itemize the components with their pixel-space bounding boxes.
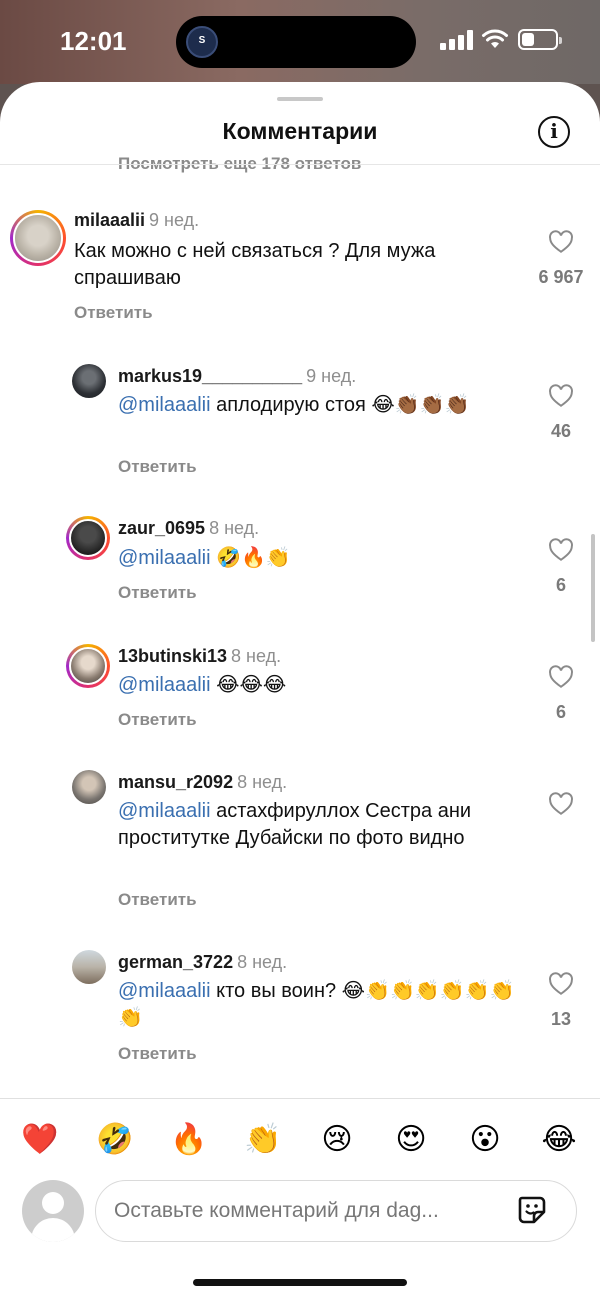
reply-button[interactable]: Ответить xyxy=(118,1044,197,1064)
rofl-emoji-button[interactable]: 🤣 xyxy=(95,1120,135,1160)
avatar[interactable] xyxy=(72,770,106,804)
mention-link[interactable]: @milaaalii xyxy=(118,394,211,416)
my-avatar-icon xyxy=(22,1180,84,1242)
like-count: 6 xyxy=(555,702,566,722)
wifi-icon xyxy=(482,29,508,48)
avatar[interactable] xyxy=(10,210,66,266)
status-bar: 12:01 S xyxy=(0,0,600,84)
cellular-signal-icon xyxy=(440,30,474,50)
mention-link[interactable]: @milaaalii xyxy=(118,800,211,822)
sticker-icon[interactable] xyxy=(516,1194,548,1226)
avatar[interactable] xyxy=(72,364,106,398)
comment-username[interactable]: markus19__________ 9 нед. xyxy=(118,366,356,387)
comment-username[interactable]: milaaalii 9 нед. xyxy=(74,210,199,231)
mention-link[interactable]: @milaaalii xyxy=(118,547,211,569)
surprised-emoji-button[interactable]: 😮 xyxy=(465,1120,505,1160)
reply-button[interactable]: Ответить xyxy=(118,710,197,730)
fire-emoji-button[interactable]: 🔥 xyxy=(169,1120,209,1160)
mention-link[interactable]: @milaaalii xyxy=(118,674,211,696)
comment-username[interactable]: zaur_0695 8 нед. xyxy=(118,518,259,539)
comment-text: @milaaalii аплодирую стоя 😂👏🏾👏🏾👏🏾 xyxy=(118,394,470,416)
comment-text: @milaaalii кто вы воин? 😂👏👏👏👏👏👏👏 xyxy=(118,980,515,1029)
comment-text: @milaaalii 🤣🔥👏 xyxy=(118,547,291,569)
clap-emoji-button[interactable]: 👏 xyxy=(243,1120,283,1160)
quick-emoji-row: ❤️ 🤣 🔥 👏 😢 😍 😮 😂 xyxy=(0,1120,600,1160)
heart-eyes-emoji-button[interactable]: 😍 xyxy=(391,1120,431,1160)
status-time: 12:01 xyxy=(60,26,127,56)
comment-username[interactable]: 13butinski13 8 нед. xyxy=(118,646,281,667)
comment-username[interactable]: mansu_r2092 8 нед. xyxy=(118,772,287,793)
info-icon[interactable]: i xyxy=(538,116,570,148)
reply-button[interactable]: Ответить xyxy=(118,457,197,477)
like-count: 6 967 xyxy=(538,267,584,287)
heart-emoji-button[interactable]: ❤️ xyxy=(20,1120,60,1160)
crying-emoji-button[interactable]: 😢 xyxy=(317,1120,357,1160)
reply-button[interactable]: Ответить xyxy=(118,890,197,910)
scrollbar[interactable] xyxy=(591,534,595,642)
comments-sheet: Комментарии i Посмотреть еще 178 ответов… xyxy=(0,82,600,1300)
vpn-icon: S xyxy=(186,26,218,58)
like-heart-icon[interactable] xyxy=(548,665,574,689)
like-heart-icon[interactable] xyxy=(548,384,574,408)
comment-input[interactable]: Оставьте комментарий для dag... xyxy=(95,1180,577,1242)
comment-username[interactable]: german_3722 8 нед. xyxy=(118,952,287,973)
comment-input-placeholder: Оставьте комментарий для dag... xyxy=(114,1199,439,1222)
avatar[interactable] xyxy=(66,644,110,688)
sheet-grabber[interactable] xyxy=(277,97,323,101)
header-divider xyxy=(0,164,600,165)
like-heart-icon[interactable] xyxy=(548,230,574,254)
like-heart-icon[interactable] xyxy=(548,792,574,816)
like-heart-icon[interactable] xyxy=(548,972,574,996)
like-heart-icon[interactable] xyxy=(548,538,574,562)
comment-text: @milaaalii астахфируллох Сестра ани прос… xyxy=(118,800,472,849)
composer-divider xyxy=(0,1098,600,1099)
reply-button[interactable]: Ответить xyxy=(74,303,153,323)
sheet-title: Комментарии xyxy=(222,118,378,144)
dynamic-island: S xyxy=(176,16,416,68)
comment-text: Как можно с ней связаться ? Для мужа спр… xyxy=(74,240,436,289)
home-indicator xyxy=(193,1279,407,1286)
mention-link[interactable]: @milaaalii xyxy=(118,980,211,1002)
avatar[interactable] xyxy=(66,516,110,560)
reply-button[interactable]: Ответить xyxy=(118,583,197,603)
like-count: 6 xyxy=(555,575,566,595)
battery-icon xyxy=(518,29,562,50)
laughing-emoji-button[interactable]: 😂 xyxy=(539,1120,579,1160)
avatar[interactable] xyxy=(72,950,106,984)
comment-text: @milaaalii 😂😂😂 xyxy=(118,674,287,696)
like-count: 46 xyxy=(550,421,572,441)
like-count: 13 xyxy=(550,1009,572,1029)
